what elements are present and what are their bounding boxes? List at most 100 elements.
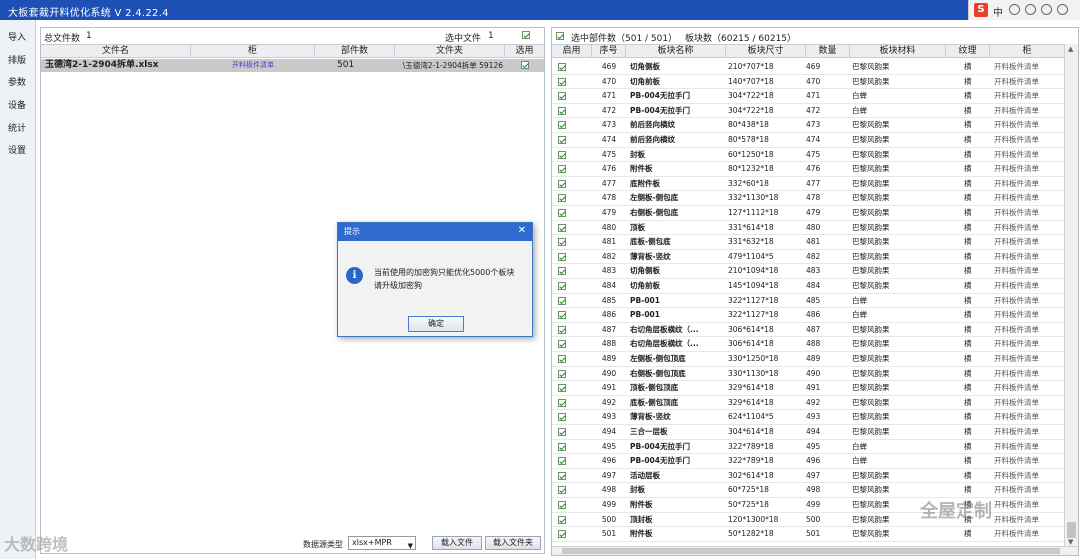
table-row[interactable]: 487 右切角层板横纹（... 306*614*18 487 巴黎风韵果 横 开料板件清单 xyxy=(552,323,1064,338)
table-row[interactable]: 482 薄背板-竖纹 479*1104*5 482 巴黎风韵果 横 开料板件清单 xyxy=(552,250,1064,265)
enabled-cell[interactable] xyxy=(552,104,592,118)
table-row[interactable]: 492 底板-侧包顶底 329*614*18 492 巴黎风韵果 横 开料板件清单 xyxy=(552,396,1064,411)
vertical-scrollbar[interactable]: ▲ ▼ xyxy=(1064,44,1078,546)
enabled-checkbox[interactable] xyxy=(558,165,566,174)
enabled-cell[interactable] xyxy=(552,323,592,337)
horizontal-scrollbar[interactable] xyxy=(552,546,1078,555)
enabled-checkbox[interactable] xyxy=(558,209,566,217)
enabled-checkbox[interactable] xyxy=(558,92,566,101)
enabled-checkbox[interactable] xyxy=(558,457,566,466)
enabled-checkbox[interactable] xyxy=(558,501,566,509)
select-all-parts-checkbox[interactable] xyxy=(556,32,564,40)
use-cell[interactable] xyxy=(505,59,544,72)
col-use[interactable]: 选用 xyxy=(505,45,544,58)
col-seq[interactable]: 序号 xyxy=(592,45,626,58)
ok-button[interactable]: 确定 xyxy=(408,316,464,332)
scroll-thumb[interactable] xyxy=(1067,522,1076,538)
table-row[interactable]: 501 附件板 50*1282*18 501 巴黎风韵果 横 开料板件清单 xyxy=(552,527,1064,542)
table-row[interactable]: 483 切角侧板 210*1094*18 483 巴黎风韵果 横 开料板件清单 xyxy=(552,264,1064,279)
enabled-cell[interactable] xyxy=(552,425,592,439)
enabled-cell[interactable] xyxy=(552,148,592,162)
load-file-button[interactable]: 载入文件 xyxy=(432,536,482,550)
punctuation-icon[interactable] xyxy=(1009,4,1020,15)
table-row[interactable]: 476 附件板 80*1232*18 476 巴黎风韵果 横 开料板件清单 xyxy=(552,162,1064,177)
enabled-checkbox[interactable] xyxy=(558,486,566,495)
enabled-cell[interactable] xyxy=(552,469,592,483)
enabled-cell[interactable] xyxy=(552,367,592,381)
enabled-cell[interactable] xyxy=(552,264,592,278)
ime-toolbar[interactable]: S 中 xyxy=(968,0,1080,20)
enabled-checkbox[interactable] xyxy=(558,223,566,232)
enabled-checkbox[interactable] xyxy=(558,340,566,349)
enabled-checkbox[interactable] xyxy=(558,325,566,334)
enabled-checkbox[interactable] xyxy=(558,252,566,261)
table-row[interactable]: 478 左侧板-侧包底 332*1130*18 478 巴黎风韵果 横 开料板件清单 xyxy=(552,191,1064,206)
col-cabinet[interactable]: 柜 xyxy=(990,45,1064,58)
enabled-checkbox[interactable] xyxy=(558,194,566,203)
col-qty[interactable]: 数量 xyxy=(806,45,850,58)
table-row[interactable]: 498 封板 60*725*18 498 巴黎风韵果 横 开料板件清单 xyxy=(552,483,1064,498)
table-row[interactable]: 486 PB-001 322*1127*18 486 白蝉 横 开料板件清单 xyxy=(552,308,1064,323)
table-row[interactable]: 493 薄背板-竖纹 624*1104*5 493 巴黎风韵果 横 开料板件清单 xyxy=(552,410,1064,425)
enabled-cell[interactable] xyxy=(552,513,592,527)
table-row[interactable]: 469 切角侧板 210*707*18 469 巴黎风韵果 横 开料板件清单 xyxy=(552,60,1064,75)
enabled-cell[interactable] xyxy=(552,396,592,410)
voice-icon[interactable] xyxy=(1041,4,1052,15)
col-enabled[interactable]: 启用 xyxy=(552,45,592,58)
table-row[interactable]: 481 底板-侧包底 331*632*18 481 巴黎风韵果 横 开料板件清单 xyxy=(552,235,1064,250)
enabled-cell[interactable] xyxy=(552,352,592,366)
scroll-down-icon[interactable]: ▼ xyxy=(1068,538,1073,546)
enabled-checkbox[interactable] xyxy=(558,398,566,407)
enabled-cell[interactable] xyxy=(552,206,592,220)
enabled-cell[interactable] xyxy=(552,483,592,497)
enabled-checkbox[interactable] xyxy=(558,515,566,524)
enabled-checkbox[interactable] xyxy=(558,77,566,86)
col-grain[interactable]: 纹理 xyxy=(946,45,990,58)
enabled-checkbox[interactable] xyxy=(558,413,566,422)
skin-icon[interactable] xyxy=(1057,4,1068,15)
table-row[interactable]: 489 左侧板-侧包顶底 330*1250*18 489 巴黎风韵果 横 开料板件清单 xyxy=(552,352,1064,367)
enabled-checkbox[interactable] xyxy=(558,369,566,378)
enabled-cell[interactable] xyxy=(552,337,592,351)
enabled-cell[interactable] xyxy=(552,454,592,468)
table-row[interactable]: 485 PB-001 322*1127*18 485 白蝉 横 开料板件清单 xyxy=(552,294,1064,309)
enabled-checkbox[interactable] xyxy=(558,63,566,71)
enabled-cell[interactable] xyxy=(552,279,592,293)
sidebar-item-device[interactable]: 设备 xyxy=(8,98,26,111)
scroll-up-icon[interactable]: ▲ xyxy=(1068,45,1073,53)
enabled-cell[interactable] xyxy=(552,75,592,89)
enabled-checkbox[interactable] xyxy=(558,384,566,393)
source-type-select[interactable]: xlsx+MPR ▼ xyxy=(348,536,416,550)
enabled-cell[interactable] xyxy=(552,221,592,235)
table-row[interactable]: 488 右切角层板横纹（... 306*614*18 488 巴黎风韵果 横 开料板件清单 xyxy=(552,337,1064,352)
table-row[interactable]: 479 右侧板-侧包底 127*1112*18 479 巴黎风韵果 横 开料板件清单 xyxy=(552,206,1064,221)
table-row[interactable]: 480 顶板 331*614*18 480 巴黎风韵果 横 开料板件清单 xyxy=(552,221,1064,236)
table-row[interactable]: 473 前后竖向横纹 80*438*18 473 巴黎风韵果 横 开料板件清单 xyxy=(552,118,1064,133)
enabled-cell[interactable] xyxy=(552,118,592,132)
enabled-checkbox[interactable] xyxy=(558,428,566,436)
table-row[interactable]: 475 封板 60*1250*18 475 巴黎风韵果 横 开料板件清单 xyxy=(552,148,1064,163)
table-row[interactable]: 471 PB-004无拉手门 304*722*18 471 白蝉 横 开料板件清单 xyxy=(552,89,1064,104)
col-file-name[interactable]: 文件名 xyxy=(41,45,191,58)
col-part-name[interactable]: 板块名称 xyxy=(626,45,726,58)
enabled-cell[interactable] xyxy=(552,410,592,424)
sidebar-item-layout[interactable]: 排版 xyxy=(8,53,26,66)
col-material[interactable]: 板块材料 xyxy=(850,45,946,58)
enabled-cell[interactable] xyxy=(552,308,592,322)
table-row[interactable]: 474 前后竖向横纹 80*578*18 474 巴黎风韵果 横 开料板件清单 xyxy=(552,133,1064,148)
enabled-cell[interactable] xyxy=(552,250,592,264)
enabled-cell[interactable] xyxy=(552,440,592,454)
load-folder-button[interactable]: 载入文件夹 xyxy=(485,536,541,550)
table-row[interactable]: 玉德湾2-1-2904拆单.xlsx 开料板件清单 501 \玉德湾2-1-29… xyxy=(41,59,544,72)
enabled-checkbox[interactable] xyxy=(558,121,566,130)
sidebar-item-import[interactable]: 导入 xyxy=(8,30,26,43)
enabled-checkbox[interactable] xyxy=(558,238,566,247)
table-row[interactable]: 494 三合一层板 304*614*18 494 巴黎风韵果 横 开料板件清单 xyxy=(552,425,1064,440)
enabled-checkbox[interactable] xyxy=(558,267,566,276)
col-cabinet[interactable]: 柜 xyxy=(191,45,315,58)
table-row[interactable]: 495 PB-004无拉手门 322*789*18 495 白蝉 横 开料板件清单 xyxy=(552,440,1064,455)
enabled-checkbox[interactable] xyxy=(558,442,566,451)
enabled-checkbox[interactable] xyxy=(558,179,566,188)
table-row[interactable]: 484 切角前板 145*1094*18 484 巴黎风韵果 横 开料板件清单 xyxy=(552,279,1064,294)
emoji-icon[interactable] xyxy=(1025,4,1036,15)
